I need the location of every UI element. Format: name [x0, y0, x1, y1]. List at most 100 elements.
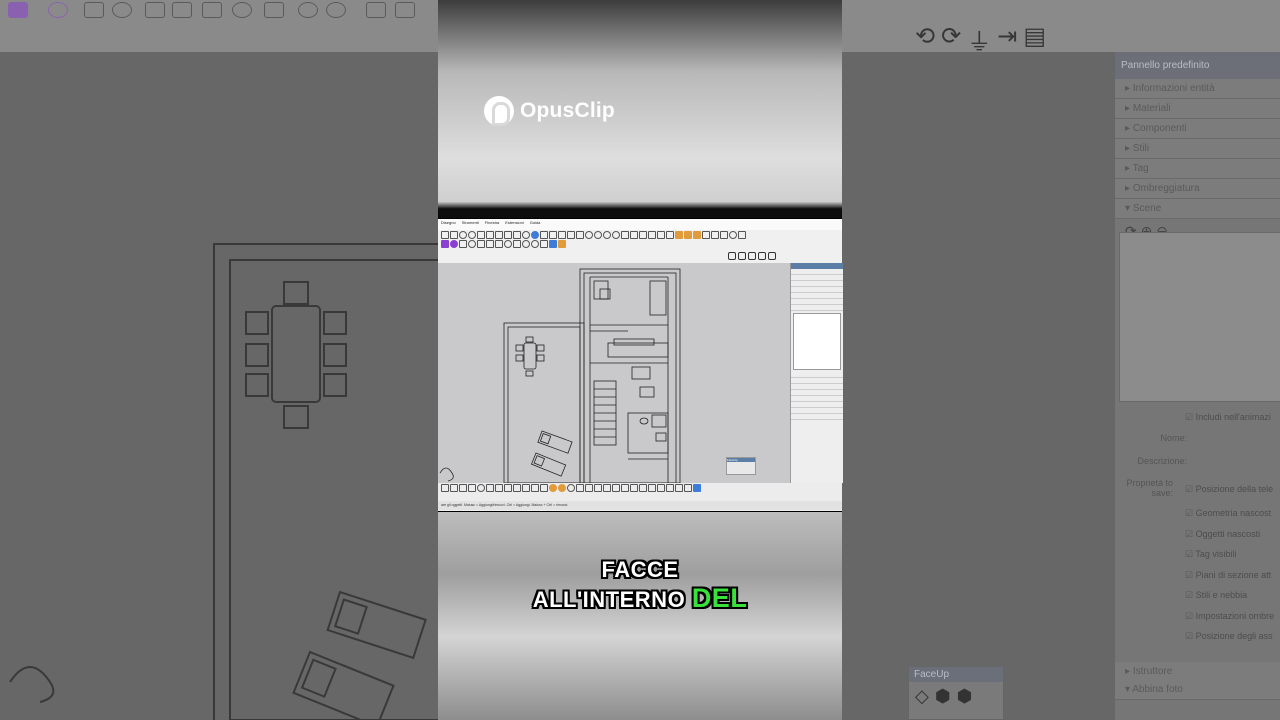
layers-icon[interactable]: [513, 239, 521, 248]
pushpull-icon[interactable]: [495, 483, 503, 492]
monochrome-icon[interactable]: [576, 230, 584, 239]
rectangle-icon[interactable]: [477, 239, 485, 248]
panel-section-entity-info[interactable]: Informazioni entità: [1115, 79, 1280, 99]
panel-section-components[interactable]: Componenti: [1115, 119, 1280, 139]
property-checkbox[interactable]: Stili e nebbia: [1185, 590, 1248, 601]
axes-icon[interactable]: [666, 230, 674, 239]
line-icon[interactable]: [459, 483, 467, 492]
pan-tool-icon[interactable]: [621, 483, 629, 492]
property-checkbox[interactable]: Piani di sezione att: [1185, 570, 1272, 581]
dimension-icon[interactable]: [738, 230, 746, 239]
3dtext-icon[interactable]: [594, 483, 602, 492]
offset-icon[interactable]: [531, 483, 539, 492]
select-icon[interactable]: [441, 483, 449, 492]
redo-icon[interactable]: [450, 230, 458, 239]
faceup-cube-icon[interactable]: ⬢: [935, 686, 951, 707]
panel-section-match-photo[interactable]: Abbina foto: [1115, 680, 1280, 700]
position-icon[interactable]: [666, 483, 674, 492]
sandbox-icon[interactable]: [603, 230, 611, 239]
wireframe-icon[interactable]: [540, 230, 548, 239]
protractor-icon[interactable]: [657, 230, 665, 239]
cube-icon[interactable]: [486, 239, 494, 248]
zoom-icon[interactable]: [477, 230, 485, 239]
text-icon[interactable]: [576, 483, 584, 492]
circle-tool-icon[interactable]: [477, 483, 485, 492]
sandbox-tool-icon[interactable]: [684, 483, 692, 492]
include-in-animation-checkbox[interactable]: Includi nell'animazi: [1185, 412, 1271, 423]
tape-icon[interactable]: [567, 483, 575, 492]
paint-icon[interactable]: [675, 230, 683, 239]
rotate-icon[interactable]: [513, 483, 521, 492]
menu-item-extensions[interactable]: Estensioni: [505, 220, 523, 229]
texture-icon[interactable]: [693, 230, 701, 239]
property-checkbox[interactable]: Geometria nascost: [1185, 508, 1272, 519]
top-view-icon[interactable]: [504, 230, 512, 239]
menu-item-draw[interactable]: Disegno: [441, 220, 456, 229]
walk-tool-icon[interactable]: [657, 483, 665, 492]
property-checkbox[interactable]: Oggetti nascosti: [1185, 529, 1261, 540]
document-icon[interactable]: [768, 252, 776, 260]
group-icon[interactable]: [495, 239, 503, 248]
position-camera-icon[interactable]: [729, 230, 737, 239]
undo-icon[interactable]: [441, 230, 449, 239]
box-icon[interactable]: [459, 239, 467, 248]
plugin-icon[interactable]: [450, 239, 458, 248]
property-checkbox[interactable]: Posizione della tele: [1185, 484, 1274, 495]
look-around-icon[interactable]: [720, 230, 728, 239]
previous-icon[interactable]: [648, 483, 656, 492]
solid-tools-icon[interactable]: [612, 230, 620, 239]
scene-list[interactable]: [1119, 232, 1280, 402]
section-icon[interactable]: [522, 230, 530, 239]
material-tool-icon[interactable]: [558, 483, 566, 492]
walk-icon[interactable]: [711, 230, 719, 239]
measure-icon[interactable]: [648, 230, 656, 239]
layout-icon[interactable]: [639, 230, 647, 239]
shaded-icon[interactable]: [558, 230, 566, 239]
panel-section-shadows[interactable]: Ombreggiatura: [1115, 179, 1280, 199]
paint-bucket-icon[interactable]: [549, 483, 557, 492]
move-icon[interactable]: [504, 483, 512, 492]
scene-icon[interactable]: [540, 239, 548, 248]
textured-icon[interactable]: [567, 230, 575, 239]
warehouse-icon[interactable]: [621, 230, 629, 239]
zoom-tool-icon[interactable]: [630, 483, 638, 492]
outliner-icon[interactable]: [549, 239, 557, 248]
fog-icon[interactable]: [594, 230, 602, 239]
material-icon[interactable]: [684, 230, 692, 239]
scale-icon[interactable]: [522, 483, 530, 492]
gear-icon[interactable]: [504, 239, 512, 248]
model-viewport[interactable]: [438, 263, 790, 483]
zoom-window-icon[interactable]: [639, 483, 647, 492]
sync-icon[interactable]: [728, 252, 736, 260]
faceup-cube-red-icon[interactable]: ⬢: [957, 686, 973, 707]
export-icon[interactable]: [758, 252, 766, 260]
axes-tool-icon[interactable]: [585, 483, 593, 492]
extension-warehouse-icon[interactable]: [630, 230, 638, 239]
zoom-extents-icon[interactable]: [486, 230, 494, 239]
pan-icon[interactable]: [468, 230, 476, 239]
menu-item-tools[interactable]: Strumenti: [462, 220, 479, 229]
panel-section-materials[interactable]: Materiali: [1115, 99, 1280, 119]
menu-item-help[interactable]: Guida: [530, 220, 541, 229]
panel-section-instructor[interactable]: Istruttore: [1115, 662, 1280, 682]
section-plane-icon[interactable]: [603, 483, 611, 492]
hand-icon[interactable]: [558, 239, 566, 248]
plug-icon[interactable]: [748, 252, 756, 260]
iso-view-icon[interactable]: [495, 230, 503, 239]
hidden-line-icon[interactable]: [549, 230, 557, 239]
arc-icon[interactable]: [468, 483, 476, 492]
menu-item-window[interactable]: Finestra: [485, 220, 499, 229]
property-checkbox[interactable]: Tag visibili: [1185, 549, 1236, 560]
panel-section-tags[interactable]: Tag: [1115, 159, 1280, 179]
look-icon[interactable]: [675, 483, 683, 492]
xray-icon[interactable]: [531, 230, 539, 239]
property-checkbox[interactable]: Posizione degli ass: [1185, 631, 1273, 642]
faceup-flat-icon[interactable]: ◇: [915, 686, 929, 707]
panel-section-scenes[interactable]: Scene: [1115, 199, 1280, 219]
eraser-icon[interactable]: [450, 483, 458, 492]
circle-icon[interactable]: [468, 239, 476, 248]
sync-alt-icon[interactable]: [738, 252, 746, 260]
shadow-icon[interactable]: [585, 230, 593, 239]
flower-icon[interactable]: [522, 239, 530, 248]
help-icon[interactable]: [531, 239, 539, 248]
